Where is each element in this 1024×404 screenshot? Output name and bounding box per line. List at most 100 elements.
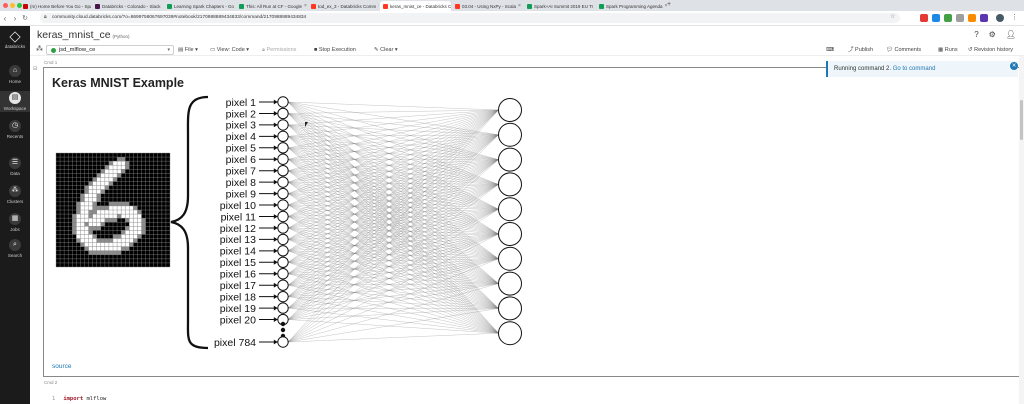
pixel-label: pixel 17 xyxy=(220,280,256,292)
arrowhead-icon xyxy=(273,225,278,231)
output-node xyxy=(498,172,522,197)
pixel-label: pixel 10 xyxy=(220,200,256,212)
network-connection xyxy=(288,319,499,334)
network-connection xyxy=(288,216,499,284)
input-node xyxy=(277,96,289,108)
network-connection xyxy=(288,159,499,210)
arrowhead-icon xyxy=(273,133,278,139)
network-connection xyxy=(288,109,499,171)
network-connection xyxy=(288,209,499,263)
network-connection xyxy=(288,227,499,334)
network-connection xyxy=(288,216,499,334)
arrowhead-icon xyxy=(273,248,278,254)
arrowhead-icon xyxy=(273,282,278,288)
pixel-label: pixel 1 xyxy=(226,97,257,109)
pixel-label: pixel 9 xyxy=(226,188,257,200)
arrowhead-icon xyxy=(273,168,278,174)
input-node xyxy=(277,176,289,188)
go-to-command-link[interactable]: Go to command xyxy=(893,66,936,72)
network-connection xyxy=(288,250,499,309)
network-connection xyxy=(288,182,499,284)
input-node xyxy=(277,222,289,234)
network-connection xyxy=(288,101,499,185)
network-connection xyxy=(288,147,499,160)
input-node xyxy=(277,233,289,246)
network-connection xyxy=(288,134,499,286)
network-connection xyxy=(288,101,499,235)
output-node xyxy=(498,246,522,271)
line-number: 1 xyxy=(52,396,56,402)
code-line[interactable]: 1 import mlflow xyxy=(52,396,106,402)
pixel-label: pixel 20 xyxy=(220,314,256,326)
network-connection xyxy=(288,258,499,263)
input-node xyxy=(277,336,289,348)
arrowhead-icon xyxy=(273,294,278,300)
arrowhead-icon xyxy=(273,317,278,322)
network-connection xyxy=(288,184,499,194)
network-connection xyxy=(288,233,499,309)
network-connection xyxy=(288,134,499,297)
network-connection xyxy=(288,308,499,343)
pixel-label: pixel 16 xyxy=(220,269,256,281)
input-node xyxy=(277,199,289,211)
network-connection xyxy=(288,239,499,334)
arrowhead-icon xyxy=(273,305,278,311)
pixel-label: pixel 7 xyxy=(226,166,257,178)
pixel-label: pixel 4 xyxy=(226,131,257,143)
input-node xyxy=(277,256,289,268)
network-connection xyxy=(288,184,499,240)
input-node xyxy=(277,268,289,280)
output-node xyxy=(498,321,522,346)
output-node xyxy=(498,147,522,172)
input-node xyxy=(277,290,289,303)
network-connection xyxy=(288,134,499,251)
output-node xyxy=(498,98,522,122)
network-connection xyxy=(288,159,499,309)
cell-2-header: Cmd 2 xyxy=(44,380,58,385)
network-connection xyxy=(288,147,499,185)
network-connection xyxy=(288,134,499,320)
pixel-label: pixel 19 xyxy=(220,303,256,315)
network-connection xyxy=(288,184,499,263)
network-connection xyxy=(288,109,499,137)
network-connection xyxy=(288,109,499,148)
pixel-label: pixel 15 xyxy=(220,257,256,269)
arrowhead-icon xyxy=(273,145,278,151)
input-node xyxy=(277,165,289,177)
network-connection xyxy=(288,233,499,251)
app-window: { "browser": { "tabs": [ {"label": "(m) … xyxy=(0,0,1024,404)
pixel-label: pixel 18 xyxy=(220,291,256,303)
pixel-label: pixel 11 xyxy=(221,211,257,223)
ellipsis-dot xyxy=(280,321,286,327)
arrowhead-icon xyxy=(273,214,278,219)
network-connection xyxy=(288,193,499,210)
network-connection xyxy=(288,285,499,309)
input-node xyxy=(277,245,289,257)
scrollbar-thumb[interactable] xyxy=(1020,100,1023,140)
network-connection xyxy=(288,193,499,334)
arrowhead-icon xyxy=(273,271,278,277)
close-toast-icon[interactable]: ✕ xyxy=(1010,62,1018,70)
network-connection xyxy=(288,109,499,240)
network-connection xyxy=(288,204,499,284)
code-keyword: import xyxy=(63,396,84,402)
output-node xyxy=(498,197,522,222)
input-node xyxy=(277,187,289,200)
toast-text: Running command 2. xyxy=(834,66,892,72)
input-node xyxy=(277,119,289,131)
input-node xyxy=(277,302,289,314)
pixel-label: pixel 3 xyxy=(226,120,257,132)
arrowhead-icon xyxy=(273,122,278,128)
arrowhead-icon xyxy=(273,237,278,242)
input-node xyxy=(277,130,289,143)
pixel-label: pixel 14 xyxy=(220,246,256,258)
input-node xyxy=(277,153,289,165)
input-node xyxy=(277,142,289,154)
network-connection xyxy=(288,227,499,235)
network-connection xyxy=(288,134,499,263)
network-connection xyxy=(288,109,499,183)
arrowhead-icon xyxy=(273,259,278,265)
network-connection xyxy=(288,333,499,343)
source-link[interactable]: source xyxy=(52,363,72,370)
network-connection xyxy=(288,182,499,185)
